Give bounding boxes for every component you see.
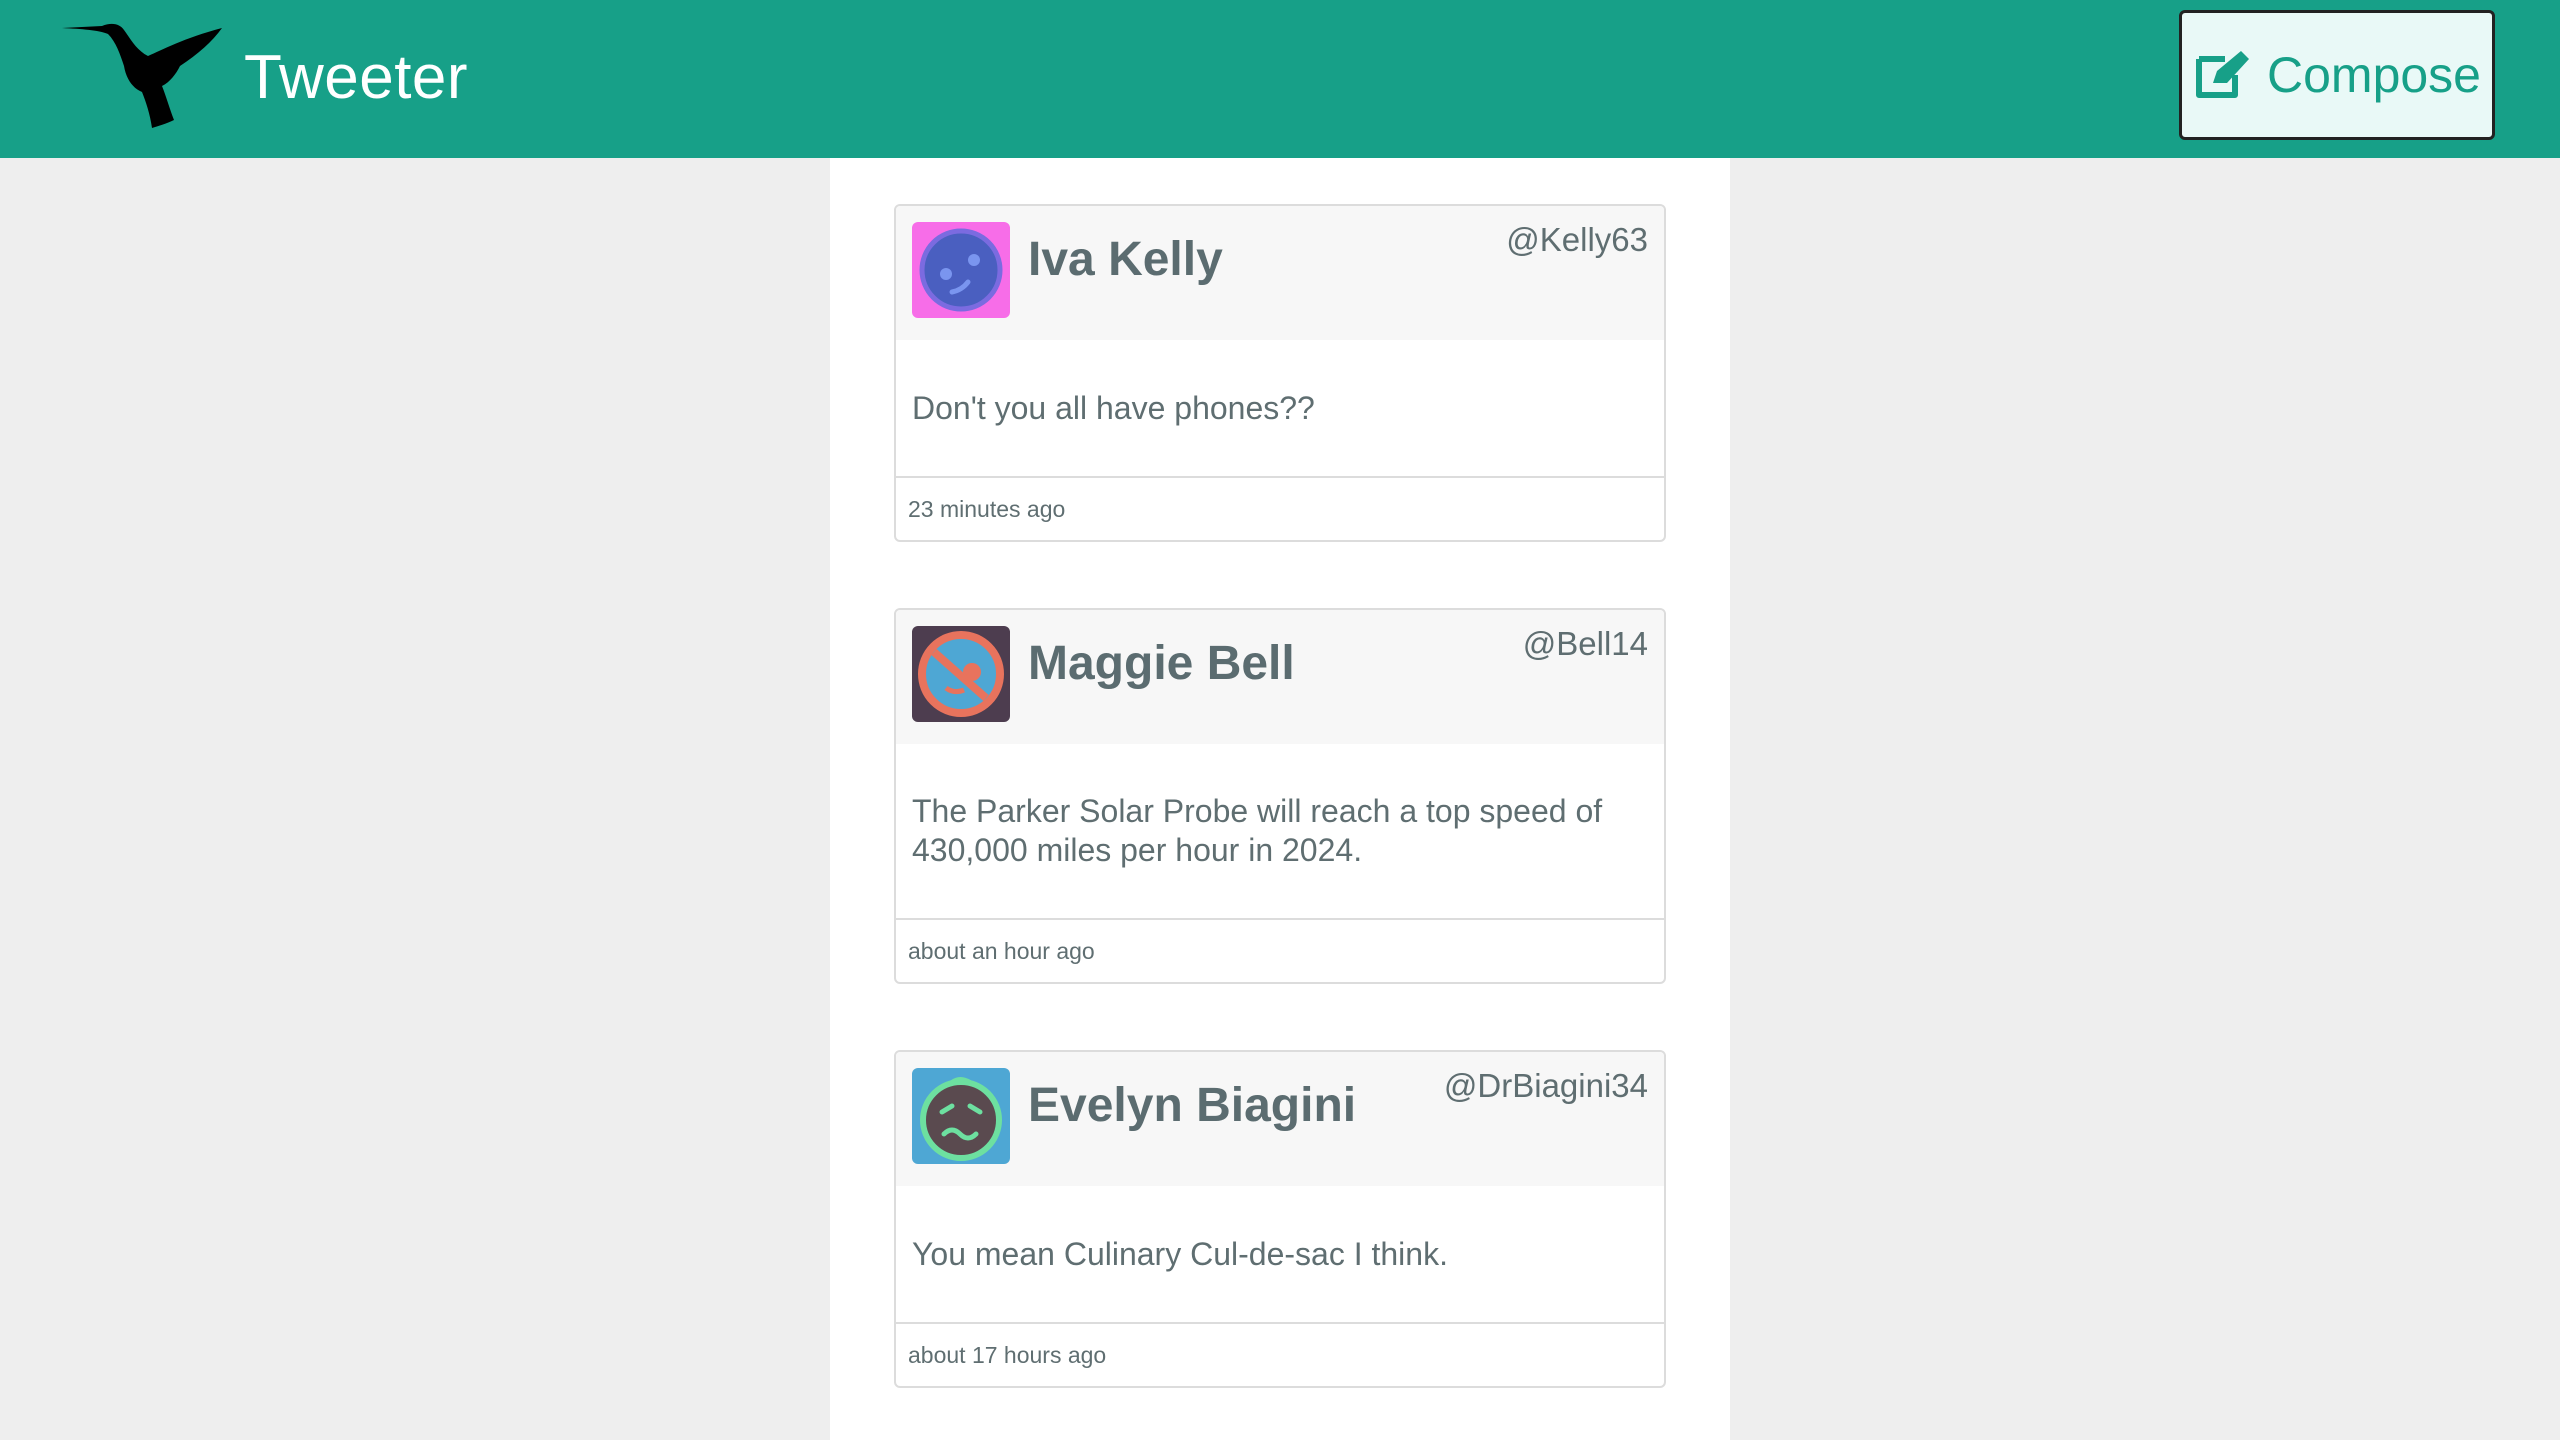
avatar[interactable] — [912, 222, 1010, 318]
top-navbar: Tweeter Compose — [0, 0, 2560, 158]
tweet-header: Evelyn Biagini @DrBiagini34 — [896, 1052, 1664, 1186]
tweet-header: Maggie Bell @Bell14 — [896, 610, 1664, 744]
author-name[interactable]: Iva Kelly — [1028, 228, 1223, 292]
author-handle[interactable]: @Bell14 — [1523, 624, 1648, 664]
avatar[interactable] — [912, 626, 1010, 722]
app-title[interactable]: Tweeter — [244, 38, 468, 118]
author-name[interactable]: Maggie Bell — [1028, 632, 1295, 696]
tweet-card: Evelyn Biagini @DrBiagini34 You mean Cul… — [894, 1050, 1666, 1388]
compose-button[interactable]: Compose — [2179, 10, 2495, 140]
tweet-timestamp: about 17 hours ago — [896, 1322, 1664, 1386]
tweet-timestamp: about an hour ago — [896, 918, 1664, 982]
edit-icon — [2196, 51, 2249, 98]
tweet-timestamp: 23 minutes ago — [896, 476, 1664, 540]
tweet-text: The Parker Solar Probe will reach a top … — [912, 793, 1603, 868]
tweet-text: Don't you all have phones?? — [912, 389, 1315, 426]
hummingbird-icon[interactable] — [62, 16, 228, 130]
author-name[interactable]: Evelyn Biagini — [1028, 1074, 1356, 1138]
avatar[interactable] — [912, 1068, 1010, 1164]
tweet-text: You mean Culinary Cul-de-sac I think. — [912, 1235, 1448, 1272]
author-handle[interactable]: @Kelly63 — [1506, 220, 1648, 260]
tweet-card: Iva Kelly @Kelly63 Don't you all have ph… — [894, 204, 1666, 542]
compose-label: Compose — [2267, 47, 2481, 103]
tweet-card: Maggie Bell @Bell14 The Parker Solar Pro… — [894, 608, 1666, 984]
tweet-header: Iva Kelly @Kelly63 — [896, 206, 1664, 340]
author-handle[interactable]: @DrBiagini34 — [1444, 1066, 1648, 1106]
tweet-feed: Iva Kelly @Kelly63 Don't you all have ph… — [830, 158, 1730, 1440]
